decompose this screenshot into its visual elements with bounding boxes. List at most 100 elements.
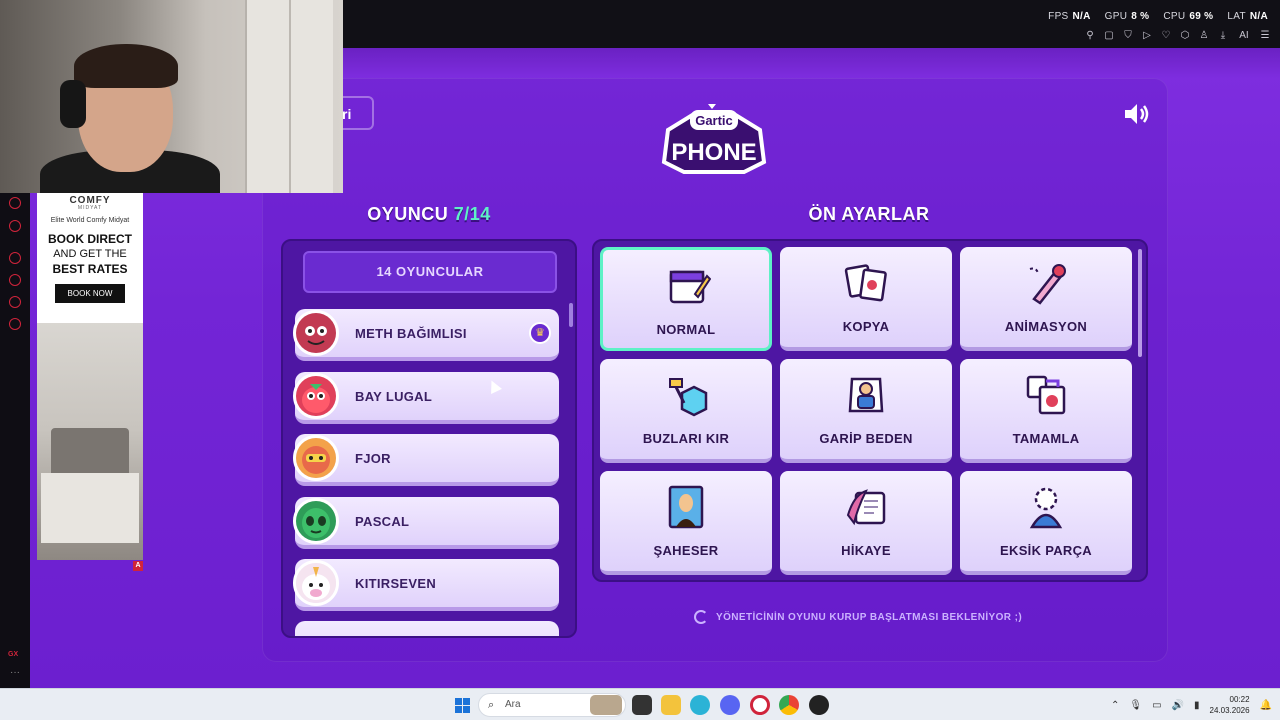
- player-row-partial: [295, 621, 559, 636]
- windows-start-icon[interactable]: [455, 698, 470, 713]
- preset-label: NORMAL: [656, 322, 716, 337]
- ad-headline-2: AND GET THE: [53, 248, 127, 260]
- players-panel: 14 OYUNCULAR METH BAĞIMLISI ♛ BAY LUGAL …: [281, 239, 577, 638]
- presets-title: ÖN AYARLAR: [808, 204, 930, 224]
- logo-bottom-text: PHONE: [671, 139, 756, 166]
- headset-icon: [60, 80, 86, 128]
- network-icon[interactable]: ▭: [1152, 700, 1161, 711]
- preset-normal[interactable]: NORMAL: [600, 247, 772, 351]
- player-icon[interactable]: [9, 252, 21, 264]
- screen: FPS N/A GPU 8 % CPU 69 % LAT N/A ⚲ ▢ ⛉ ▷ ♡ ⬡…: [0, 0, 1280, 720]
- performance-stats: FPS N/A GPU 8 % CPU 69 % LAT N/A: [1048, 11, 1268, 22]
- ad-headline-1: BOOK DIRECT: [48, 232, 132, 246]
- preset-label: GARİP BEDEN: [819, 431, 913, 446]
- player-avatar: [293, 435, 339, 481]
- preset-label: ANİMASYON: [1004, 319, 1088, 334]
- player-avatar: [293, 560, 339, 606]
- history-icon[interactable]: [9, 274, 21, 286]
- player-name: KITIRSEVEN: [355, 576, 437, 591]
- microphone-icon[interactable]: 🎙: [1129, 700, 1142, 711]
- search-placeholder: Ara: [505, 699, 521, 710]
- extensions-sidebar-icon[interactable]: [9, 296, 21, 308]
- play-icon[interactable]: ▷: [1142, 30, 1152, 41]
- webcam-background-door: [245, 0, 333, 193]
- waiting-status: YÖNETİCİNİN OYUNU KURUP BAŞLATMASI BEKLE…: [694, 608, 1022, 626]
- sidebar-ad[interactable]: COMFY MIDYAT Elite World Comfy Midyat BO…: [37, 193, 143, 571]
- player-name: FJOR: [355, 451, 391, 466]
- ad-photo-bed: [41, 473, 139, 543]
- gx-label: GX: [8, 651, 19, 658]
- players-count-button[interactable]: 14 OYUNCULAR: [303, 251, 557, 293]
- stat-gpu: GPU 8 %: [1104, 11, 1150, 22]
- webcam-overlay: [0, 0, 343, 193]
- gartic-phone-logo: Gartic PHONE: [661, 104, 767, 174]
- discord-taskbar-icon[interactable]: [720, 695, 740, 715]
- loading-spinner-icon: [694, 610, 708, 624]
- players-title: OYUNCU 7/14: [330, 204, 528, 225]
- heart-icon[interactable]: ♡: [1161, 30, 1171, 41]
- more-icon[interactable]: ···: [10, 667, 20, 678]
- battery-icon[interactable]: ▮: [1194, 700, 1200, 711]
- preset-label: HİKAYE: [841, 543, 891, 558]
- settings-icon[interactable]: [9, 318, 21, 330]
- preset-kopya[interactable]: KOPYA: [780, 247, 952, 351]
- preset-tamamla[interactable]: TAMAMLA: [960, 359, 1132, 463]
- download-icon[interactable]: ⤓: [1218, 30, 1228, 41]
- preset-label: EKSİK PARÇA: [1000, 543, 1092, 558]
- ad-badge[interactable]: A: [133, 561, 143, 571]
- preset-animasyon[interactable]: ANİMASYON: [960, 247, 1132, 351]
- preset-eksik-parca[interactable]: EKSİK PARÇA: [960, 471, 1132, 575]
- ad-book-now-button[interactable]: BOOK NOW: [55, 284, 125, 303]
- clock[interactable]: 00:22 24.03.2026: [1210, 694, 1250, 716]
- profile-icon[interactable]: ♙: [1199, 30, 1209, 41]
- player-row: PASCAL: [293, 497, 559, 549]
- player-name: METH BAĞIMLISI: [355, 326, 467, 341]
- players-scroll-thumb[interactable]: [569, 303, 573, 327]
- chrome-icon[interactable]: [779, 695, 799, 715]
- preset-label: ŞAHESER: [653, 543, 719, 558]
- preset-label: TAMAMLA: [1012, 431, 1080, 446]
- stat-fps: FPS N/A: [1048, 11, 1091, 22]
- edge-icon[interactable]: [690, 695, 710, 715]
- extensions-icon[interactable]: ⬡: [1180, 30, 1190, 41]
- file-explorer-icon[interactable]: [661, 695, 681, 715]
- pencil-icon: [1029, 264, 1066, 305]
- volume-icon[interactable]: 🔊: [1172, 700, 1184, 711]
- player-row: KITIRSEVEN: [293, 559, 559, 611]
- menu-icon[interactable]: ☰: [1260, 30, 1270, 41]
- players-title-count: 7/14: [453, 204, 491, 224]
- ad-hotel-name: Elite World Comfy Midyat: [50, 217, 130, 224]
- notification-icon[interactable]: 🔔: [1260, 700, 1272, 711]
- preset-saheser[interactable]: ŞAHESER: [600, 471, 772, 575]
- presets-scrollbar[interactable]: [1138, 249, 1142, 357]
- tray-chevron-icon[interactable]: ⌃: [1111, 700, 1119, 711]
- preset-garip-beden[interactable]: GARİP BEDEN: [780, 359, 952, 463]
- stat-cpu: CPU 69 %: [1163, 11, 1214, 22]
- preset-buzlari-kir[interactable]: BUZLARI KIR: [600, 359, 772, 463]
- ai-icon[interactable]: AI: [1237, 30, 1251, 41]
- sound-icon[interactable]: [1122, 100, 1150, 128]
- pin-icon[interactable]: ⚲: [1085, 30, 1095, 41]
- discord-icon[interactable]: [9, 220, 21, 232]
- players-scrollbar[interactable]: [569, 303, 573, 633]
- opera-gx-icon[interactable]: [750, 695, 770, 715]
- shield-icon[interactable]: ⛉: [1123, 30, 1133, 41]
- player-name: PASCAL: [355, 514, 410, 529]
- logo-top-text: Gartic: [695, 113, 733, 128]
- steam-icon[interactable]: [809, 695, 829, 715]
- ice-hammer-icon: [669, 378, 708, 417]
- ad-hotel-photo: [37, 323, 143, 560]
- stat-lat: LAT N/A: [1227, 11, 1268, 22]
- preset-hikaye[interactable]: HİKAYE: [780, 471, 952, 575]
- webcam-person-hair: [74, 44, 178, 88]
- task-view-icon[interactable]: [632, 695, 652, 715]
- cards-icon: [844, 264, 887, 302]
- widgets-icon[interactable]: [590, 695, 622, 715]
- browser-toolbar: ⚲ ▢ ⛉ ▷ ♡ ⬡ ♙ ⤓ AI ☰: [1085, 30, 1270, 41]
- clock-date: 24.03.2026: [1209, 706, 1250, 715]
- snapshot-icon[interactable]: ▢: [1104, 30, 1114, 41]
- mona-lisa-icon: [668, 485, 704, 529]
- instagram-icon[interactable]: [9, 197, 21, 209]
- host-crown-icon: ♛: [529, 322, 551, 344]
- players-title-label: OYUNCU: [367, 204, 449, 224]
